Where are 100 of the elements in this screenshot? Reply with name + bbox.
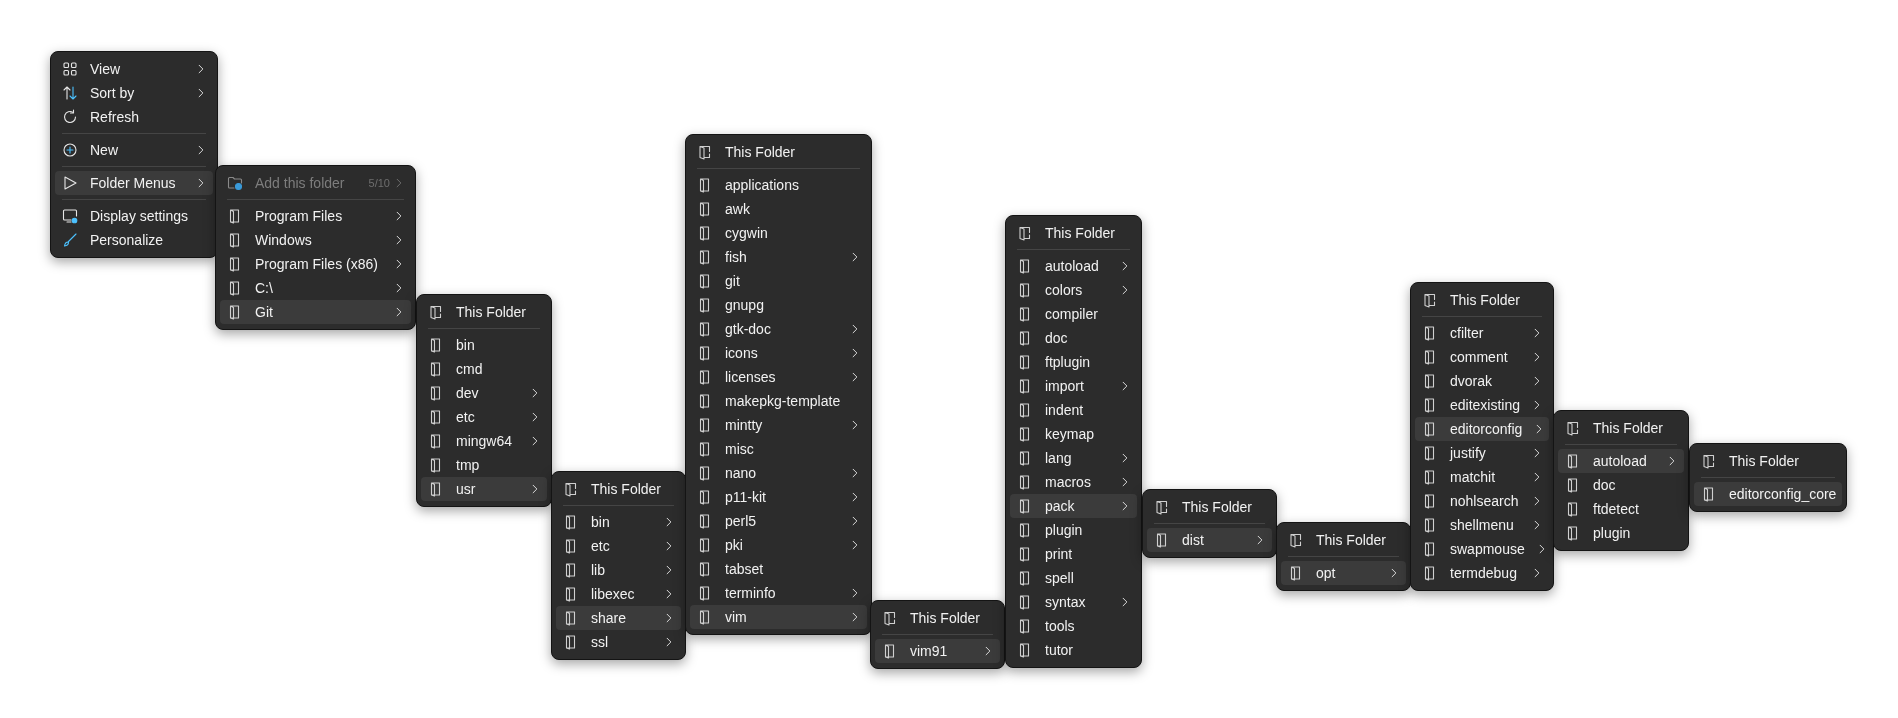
menu-item[interactable]: git bbox=[690, 269, 867, 293]
menu-item[interactable]: pki bbox=[690, 533, 867, 557]
menu-item[interactable]: editorconfig bbox=[1415, 417, 1549, 441]
menu-item[interactable]: swapmouse bbox=[1415, 537, 1549, 561]
chevron-icon bbox=[850, 348, 860, 358]
menu-item[interactable]: ftdetect bbox=[1558, 497, 1684, 521]
menu-item[interactable]: makepkg-template bbox=[690, 389, 867, 413]
menu-item[interactable]: keymap bbox=[1010, 422, 1137, 446]
menu-item[interactable]: New bbox=[55, 138, 213, 162]
menu-item[interactable]: icons bbox=[690, 341, 867, 365]
menu-item[interactable]: indent bbox=[1010, 398, 1137, 422]
menu-item[interactable]: This Folder bbox=[556, 477, 681, 501]
menu-item[interactable]: gtk-doc bbox=[690, 317, 867, 341]
menu-item[interactable]: pack bbox=[1010, 494, 1137, 518]
menu-item[interactable]: C:\ bbox=[220, 276, 411, 300]
menu-item[interactable]: comment bbox=[1415, 345, 1549, 369]
menu-item[interactable]: plugin bbox=[1010, 518, 1137, 542]
menu-item[interactable]: This Folder bbox=[875, 606, 1000, 630]
menu-item[interactable]: libexec bbox=[556, 582, 681, 606]
menu-item[interactable]: Git bbox=[220, 300, 411, 324]
menu-item[interactable]: compiler bbox=[1010, 302, 1137, 326]
menu-item[interactable]: This Folder bbox=[690, 140, 867, 164]
menu-item[interactable]: This Folder bbox=[1147, 495, 1272, 519]
menu-item[interactable]: Windows bbox=[220, 228, 411, 252]
chevron-icon bbox=[664, 541, 674, 551]
menu-item[interactable]: awk bbox=[690, 197, 867, 221]
menu-item[interactable]: syntax bbox=[1010, 590, 1137, 614]
chevron-icon bbox=[394, 211, 404, 221]
menu-item[interactable]: ssl bbox=[556, 630, 681, 654]
menu-item[interactable]: This Folder bbox=[1694, 449, 1842, 473]
menu-item[interactable]: plugin bbox=[1558, 521, 1684, 545]
chevron-icon bbox=[1532, 328, 1542, 338]
menu-item[interactable]: licenses bbox=[690, 365, 867, 389]
menu-item[interactable]: print bbox=[1010, 542, 1137, 566]
menu-item[interactable]: bin bbox=[556, 510, 681, 534]
menu-item[interactable]: bin bbox=[421, 333, 547, 357]
menu-item[interactable]: applications bbox=[690, 173, 867, 197]
menu-item[interactable]: gnupg bbox=[690, 293, 867, 317]
menu-item[interactable]: editexisting bbox=[1415, 393, 1549, 417]
menu-item[interactable]: This Folder bbox=[1010, 221, 1137, 245]
menu-item[interactable]: fish bbox=[690, 245, 867, 269]
menu-item[interactable]: mintty bbox=[690, 413, 867, 437]
menu-item[interactable]: doc bbox=[1010, 326, 1137, 350]
menu-item[interactable]: termdebug bbox=[1415, 561, 1549, 585]
menu-item[interactable]: Display settings bbox=[55, 204, 213, 228]
menu-item[interactable]: cfilter bbox=[1415, 321, 1549, 345]
menu-item[interactable]: Folder Menus bbox=[55, 171, 213, 195]
menu-item[interactable]: Refresh bbox=[55, 105, 213, 129]
menu-item[interactable]: perl5 bbox=[690, 509, 867, 533]
menu-item[interactable]: tutor bbox=[1010, 638, 1137, 662]
menu-item[interactable]: This Folder bbox=[421, 300, 547, 324]
menu-item[interactable]: autoload bbox=[1558, 449, 1684, 473]
menu-item[interactable]: etc bbox=[421, 405, 547, 429]
chevron-icon bbox=[1532, 520, 1542, 530]
menu-item[interactable]: autoload bbox=[1010, 254, 1137, 278]
folder-add-icon bbox=[227, 175, 243, 191]
menu-item[interactable]: vim bbox=[690, 605, 867, 629]
menu-item[interactable]: cygwin bbox=[690, 221, 867, 245]
menu-item[interactable]: dvorak bbox=[1415, 369, 1549, 393]
menu-item[interactable]: terminfo bbox=[690, 581, 867, 605]
menu-item[interactable]: shellmenu bbox=[1415, 513, 1549, 537]
menu-item[interactable]: nano bbox=[690, 461, 867, 485]
menu-item[interactable]: spell bbox=[1010, 566, 1137, 590]
menu-item[interactable]: tools bbox=[1010, 614, 1137, 638]
menu-item[interactable]: usr bbox=[421, 477, 547, 501]
menu-item[interactable]: dev bbox=[421, 381, 547, 405]
menu-item[interactable]: dist bbox=[1147, 528, 1272, 552]
chevron-icon bbox=[394, 259, 404, 269]
menu-item[interactable]: import bbox=[1010, 374, 1137, 398]
menu-item[interactable]: Sort by bbox=[55, 81, 213, 105]
menu-item[interactable]: tmp bbox=[421, 453, 547, 477]
menu-item[interactable]: lib bbox=[556, 558, 681, 582]
menu-item[interactable]: View bbox=[55, 57, 213, 81]
menu-item[interactable]: tabset bbox=[690, 557, 867, 581]
chevron-icon bbox=[1532, 496, 1542, 506]
menu-item[interactable]: matchit bbox=[1415, 465, 1549, 489]
menu-item[interactable]: Program Files (x86) bbox=[220, 252, 411, 276]
menu-item[interactable]: share bbox=[556, 606, 681, 630]
menu-item[interactable]: misc bbox=[690, 437, 867, 461]
menu-item[interactable]: This Folder bbox=[1281, 528, 1406, 552]
menu-item[interactable]: This Folder bbox=[1558, 416, 1684, 440]
menu-item[interactable]: Personalize bbox=[55, 228, 213, 252]
menu-item[interactable]: justify bbox=[1415, 441, 1549, 465]
menu-item[interactable]: cmd bbox=[421, 357, 547, 381]
chevron-icon bbox=[850, 492, 860, 502]
menu-item[interactable]: colors bbox=[1010, 278, 1137, 302]
menu-item[interactable]: vim91 bbox=[875, 639, 1000, 663]
menu-item[interactable]: macros bbox=[1010, 470, 1137, 494]
menu-item[interactable]: lang bbox=[1010, 446, 1137, 470]
menu-item[interactable]: nohlsearch bbox=[1415, 489, 1549, 513]
folder-icon bbox=[1701, 453, 1717, 469]
menu-item[interactable]: editorconfig_core bbox=[1694, 482, 1842, 506]
menu-item[interactable]: opt bbox=[1281, 561, 1406, 585]
menu-item[interactable]: Program Files bbox=[220, 204, 411, 228]
menu-item[interactable]: etc bbox=[556, 534, 681, 558]
menu-item[interactable]: ftplugin bbox=[1010, 350, 1137, 374]
menu-item[interactable]: p11-kit bbox=[690, 485, 867, 509]
menu-item[interactable]: mingw64 bbox=[421, 429, 547, 453]
menu-item[interactable]: This Folder bbox=[1415, 288, 1549, 312]
menu-item[interactable]: doc bbox=[1558, 473, 1684, 497]
